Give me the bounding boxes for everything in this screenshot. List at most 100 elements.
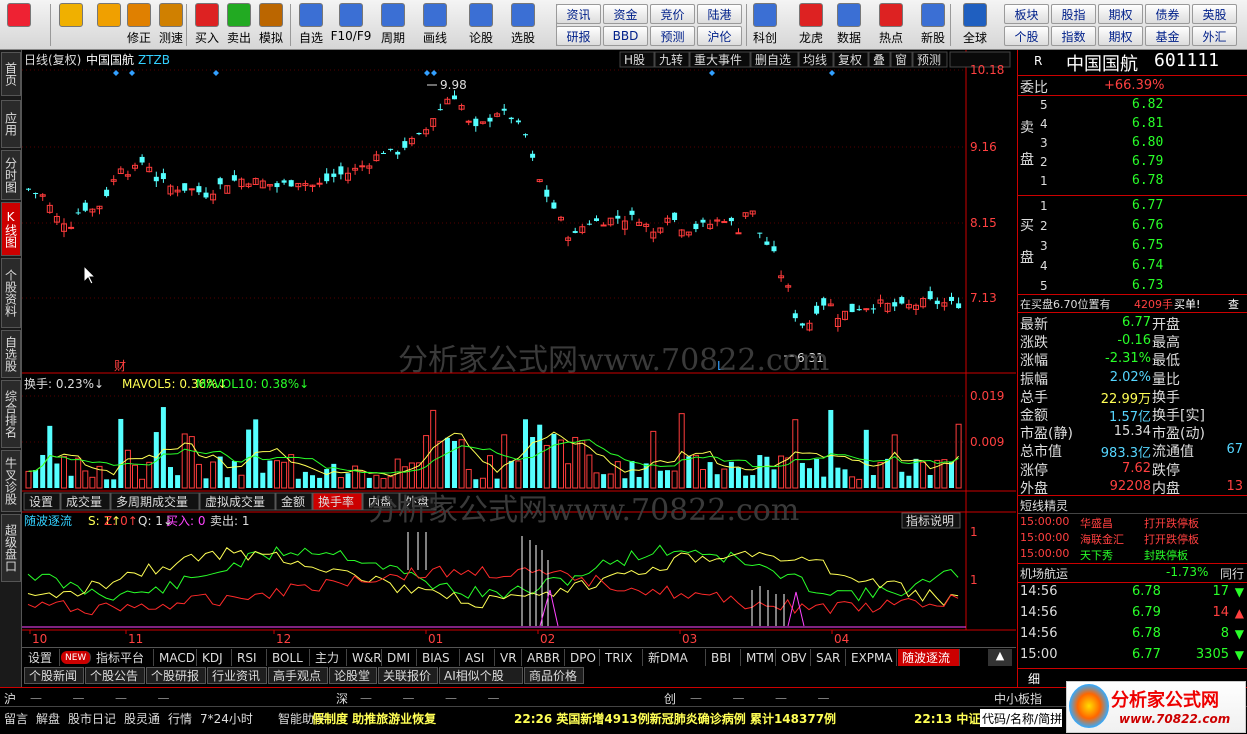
toolbar-fix-button[interactable]: 修正	[124, 2, 154, 46]
status-item[interactable]: 股市日记	[68, 709, 116, 727]
index-cy[interactable]: 创	[664, 689, 676, 707]
info-tab[interactable]: 商品价格	[524, 667, 584, 684]
toolbar-period-button[interactable]: 周期	[378, 2, 408, 46]
info-tab[interactable]: 个股新闻	[24, 667, 84, 684]
toolbar-link[interactable]: 板块	[1004, 4, 1049, 24]
indicator-tab[interactable]: MACD	[155, 649, 197, 666]
info-tab[interactable]: 个股研报	[146, 667, 206, 684]
status-item[interactable]: 解盘	[36, 709, 60, 727]
toolbar-stock-pick-button[interactable]: 选股	[508, 2, 538, 46]
toolbar-link[interactable]: 英股	[1192, 4, 1237, 24]
indicator-tab[interactable]: BBI	[707, 649, 741, 666]
kline-chart-area[interactable]: 日线(复权) 中国国航 ZTZB H股 九转 重大事件 删自选 均线 复权叠窗预测 10.18 9.…	[22, 50, 1016, 647]
info-tab[interactable]: 个股公告	[85, 667, 145, 684]
search-box[interactable]: 代码/名称/简拼	[980, 709, 1062, 727]
toolbar-link[interactable]: 个股	[1004, 26, 1049, 46]
left-tab-6[interactable]: 综合排名	[1, 380, 21, 448]
indicator-tab[interactable]: 随波逐流	[898, 649, 960, 666]
info-tab[interactable]: 行业资讯	[207, 667, 267, 684]
index-zxb[interactable]: 中小板指	[994, 689, 1042, 707]
toolbar-draw-button[interactable]: 画线	[420, 2, 450, 46]
info-tab[interactable]: 高手观点	[268, 667, 328, 684]
ask-price[interactable]: 6.80	[1132, 135, 1163, 150]
index-sh[interactable]: 沪	[4, 689, 16, 707]
indicator-tab[interactable]: 指标平台	[92, 649, 154, 666]
toolbar-simulate-button[interactable]: 模拟	[256, 2, 286, 46]
info-tab[interactable]: 关联报价	[378, 667, 438, 684]
toolbar-link[interactable]: 资金	[603, 4, 648, 24]
toolbar-link[interactable]: BBD	[603, 26, 648, 46]
toolbar-ipo-button[interactable]: 新股	[918, 2, 948, 46]
toolbar-link[interactable]: 竞价	[650, 4, 695, 24]
toolbar-link[interactable]: 沪伦	[697, 26, 742, 46]
ask-price[interactable]: 6.81	[1132, 116, 1163, 131]
status-item[interactable]: 留言	[4, 709, 28, 727]
toolbar-speedtest-button[interactable]: 测速	[156, 2, 186, 46]
toolbar-link[interactable]: 外汇	[1192, 26, 1237, 46]
toolbar-up-down-arrows-button[interactable]	[94, 2, 124, 46]
toolbar-link[interactable]: 资讯	[556, 4, 601, 24]
toolbar-discuss-button[interactable]: 论股	[466, 2, 496, 46]
indicator-tab[interactable]: SAR	[812, 649, 846, 666]
toolbar-back-arrow-button[interactable]	[56, 2, 86, 46]
toolbar-f10-button[interactable]: F10/F9	[331, 2, 371, 46]
news-scroll-2[interactable]: 22:26 英国新增4913例新冠肺炎确诊病例 累计148377例	[514, 709, 836, 727]
indicator-tab[interactable]: VR	[496, 649, 522, 666]
ask-price[interactable]: 6.82	[1132, 97, 1163, 112]
indicator-tab[interactable]: 主力	[311, 649, 347, 666]
left-tab-1[interactable]: 应用	[1, 100, 21, 148]
toolbar-link[interactable]: 期权	[1098, 4, 1143, 24]
toolbar-link[interactable]: 指数	[1051, 26, 1096, 46]
index-sz[interactable]: 深	[336, 689, 348, 707]
indicator-tab[interactable]: BOLL	[268, 649, 310, 666]
toolbar-link[interactable]: 期权	[1098, 26, 1143, 46]
toolbar-link[interactable]: 基金	[1145, 26, 1190, 46]
indicator-tab[interactable]: ARBR	[523, 649, 565, 666]
indicator-tab[interactable]: KDJ	[198, 649, 232, 666]
indicator-tab[interactable]: 新DMA	[644, 649, 706, 666]
queue-button[interactable]: 查	[1228, 296, 1239, 312]
indicator-tab[interactable]: MTM	[742, 649, 776, 666]
indicator-tab[interactable]: EXPMA	[847, 649, 897, 666]
chart-canvas[interactable]: 日线(复权) 中国国航 ZTZB H股 九转 重大事件 删自选 均线 复权叠窗预测 10.18 9.…	[22, 50, 1016, 647]
bid-price[interactable]: 6.75	[1132, 238, 1163, 253]
left-tab-7[interactable]: 牛叉诊股	[1, 450, 21, 512]
toolbar-data-button[interactable]: 数据	[834, 2, 864, 46]
toolbar-link[interactable]: 研报	[556, 26, 601, 46]
indicator-tab[interactable]: TRIX	[601, 649, 643, 666]
toolbar-favorites-button[interactable]: 自选	[296, 2, 326, 46]
info-tab[interactable]: AI相似个股	[439, 667, 523, 684]
indicator-tab[interactable]: 设置	[24, 649, 60, 666]
news-stock[interactable]: 天下秀	[1080, 547, 1113, 563]
left-tab-5[interactable]: 自选股	[1, 330, 21, 378]
bid-price[interactable]: 6.73	[1132, 278, 1163, 293]
detail-tab[interactable]: 细	[1028, 670, 1040, 687]
indicator-tab[interactable]: DMI	[383, 649, 417, 666]
toolbar-link[interactable]: 债券	[1145, 4, 1190, 24]
bid-price[interactable]: 6.74	[1132, 258, 1163, 273]
indicator-tab[interactable]: W&R	[348, 649, 382, 666]
ask-price[interactable]: 6.78	[1132, 173, 1163, 188]
sector-peer[interactable]: 同行	[1220, 565, 1244, 582]
toolbar-link[interactable]: 预测	[650, 26, 695, 46]
left-tab-4[interactable]: 个股资料	[1, 258, 21, 328]
indicator-tab[interactable]: DPO	[566, 649, 600, 666]
left-tab-8[interactable]: 超级盘口	[1, 514, 21, 582]
indicator-tab[interactable]: BIAS	[418, 649, 460, 666]
news-stock[interactable]: 华盛昌	[1080, 515, 1113, 531]
indicator-tab[interactable]: ASI	[461, 649, 495, 666]
toolbar-dragon-tiger-button[interactable]: 龙虎	[796, 2, 826, 46]
left-tab-0[interactable]: 首页	[1, 52, 21, 96]
toolbar-hotspot-button[interactable]: 热点	[876, 2, 906, 46]
news-scroll-1[interactable]: 假制度 助推旅游业恢复	[312, 709, 436, 727]
bid-price[interactable]: 6.77	[1132, 198, 1163, 213]
scroll-up-icon[interactable]: ▲	[988, 649, 1012, 666]
indicator-tab[interactable]: OBV	[777, 649, 811, 666]
ask-price[interactable]: 6.79	[1132, 154, 1163, 169]
toolbar-globe-button[interactable]: 全球	[960, 2, 990, 46]
toolbar-star-market-button[interactable]: 科创	[750, 2, 780, 46]
news-stock[interactable]: 海联金汇	[1080, 531, 1124, 547]
status-item[interactable]: 行情	[168, 709, 192, 727]
bid-price[interactable]: 6.76	[1132, 218, 1163, 233]
toolbar-link[interactable]: 陆港	[697, 4, 742, 24]
